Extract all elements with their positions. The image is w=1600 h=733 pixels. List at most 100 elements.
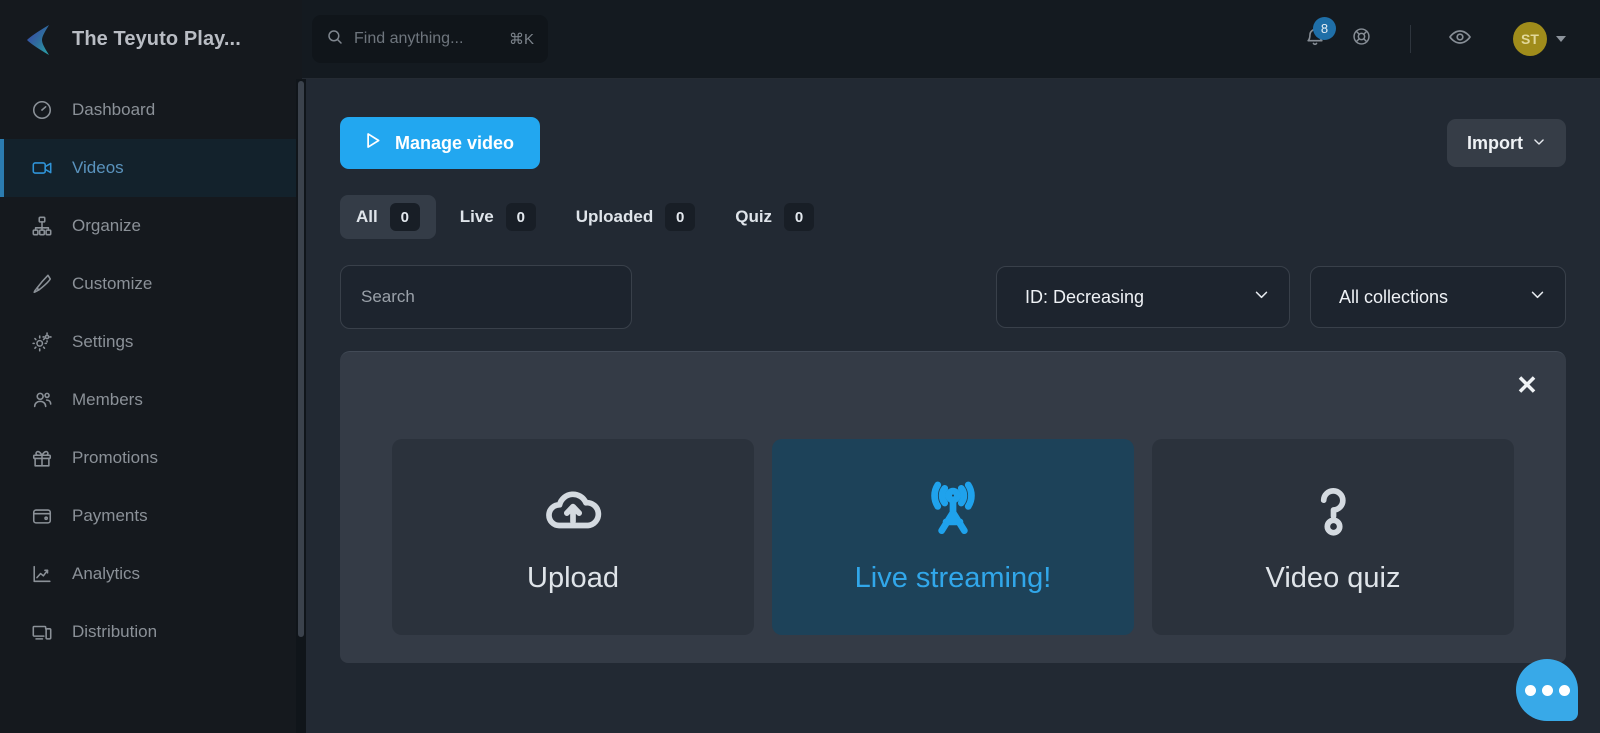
tab-count: 0 — [505, 203, 536, 231]
help-button[interactable] — [1338, 16, 1384, 62]
tab-count: 0 — [665, 203, 696, 231]
users-icon — [30, 388, 54, 412]
notification-badge: 8 — [1313, 17, 1336, 40]
paintbrush-icon — [30, 272, 54, 296]
manage-video-label: Manage video — [395, 132, 515, 153]
sidebar-item-label: Members — [72, 390, 143, 409]
sitemap-icon — [30, 214, 54, 238]
devices-icon — [30, 620, 54, 644]
create-option-cards: Upload Live streaming! Video quiz — [392, 439, 1514, 635]
topbar: Find anything... ⌘K 8 ST — [302, 0, 1600, 79]
teyuto-arrow-logo-icon — [24, 23, 54, 57]
search-icon — [326, 28, 344, 51]
option-card-upload[interactable]: Upload — [392, 439, 754, 635]
scrollbar-thumb[interactable] — [298, 81, 304, 637]
action-row: Manage video Import — [340, 117, 1566, 169]
tab-count: 0 — [389, 203, 420, 231]
global-search-placeholder: Find anything... — [354, 30, 464, 47]
chat-dot-2 — [1541, 684, 1553, 696]
sort-select-wrap: ID: Decreasing — [996, 266, 1290, 328]
video-camera-icon — [30, 156, 54, 180]
tab-label: Live — [459, 207, 494, 226]
tab-label: Uploaded — [575, 207, 654, 226]
sort-select-value: ID: Decreasing — [1025, 286, 1145, 307]
chat-dots-icon — [1524, 684, 1536, 696]
tab-label: All — [356, 207, 378, 226]
lifebuoy-icon — [1351, 26, 1372, 52]
app-root: The Teyuto Play... Dashboard Videos Orga — [0, 0, 1600, 733]
avatar: ST — [1513, 22, 1547, 56]
topbar-actions: 8 ST — [1292, 16, 1566, 62]
chevron-down-icon — [1532, 133, 1546, 154]
cloud-upload-icon — [542, 479, 604, 546]
collection-select-value: All collections — [1339, 286, 1449, 307]
notifications-button[interactable]: 8 — [1292, 16, 1338, 62]
option-card-label: Upload — [527, 562, 619, 594]
sidebar-item-label: Analytics — [72, 564, 141, 583]
manage-video-button[interactable]: Manage video — [340, 117, 541, 169]
main-column: Find anything... ⌘K 8 ST Manage video Im… — [302, 0, 1600, 733]
search-input[interactable] — [340, 265, 632, 329]
gears-icon — [30, 330, 54, 354]
option-card-video-quiz[interactable]: Video quiz — [1152, 439, 1514, 635]
sidebar-item-distribution[interactable]: Distribution — [0, 603, 302, 661]
sidebar-item-label: Settings — [72, 332, 134, 351]
import-label: Import — [1467, 132, 1523, 153]
sidebar-item-videos[interactable]: Videos — [0, 139, 302, 197]
create-content-panel: ✕ Upload Live streaming! Video quiz — [340, 351, 1566, 663]
tab-label: Quiz — [735, 207, 773, 226]
global-search-input[interactable]: Find anything... ⌘K — [312, 15, 548, 63]
tab-count: 0 — [784, 203, 815, 231]
sidebar-item-dashboard[interactable]: Dashboard — [0, 81, 302, 139]
sidebar-item-settings[interactable]: Settings — [0, 313, 302, 371]
option-card-label: Live streaming! — [854, 562, 1052, 594]
gauge-icon — [30, 98, 54, 122]
sidebar-item-label: Distribution — [72, 622, 158, 641]
option-card-label: Video quiz — [1265, 562, 1401, 594]
sidebar-item-label: Dashboard — [72, 100, 156, 119]
sidebar-item-members[interactable]: Members — [0, 371, 302, 429]
question-mark-icon — [1302, 479, 1364, 546]
import-button[interactable]: Import — [1447, 119, 1566, 167]
filter-row: ID: Decreasing All collections — [340, 265, 1566, 329]
tab-uploaded[interactable]: Uploaded 0 — [560, 195, 711, 239]
chart-line-icon — [30, 562, 54, 586]
search-shortcut-hint: ⌘K — [508, 31, 534, 48]
chat-support-button[interactable] — [1516, 659, 1578, 721]
sidebar-item-analytics[interactable]: Analytics — [0, 545, 302, 603]
wallet-icon — [30, 504, 54, 528]
video-filter-tabs: All 0 Live 0 Uploaded 0 Quiz 0 — [340, 195, 1566, 239]
sidebar-item-label: Customize — [72, 274, 153, 293]
play-icon — [362, 130, 383, 156]
broadcast-tower-icon — [922, 479, 984, 546]
sidebar-item-label: Videos — [72, 158, 124, 177]
chat-dot-3 — [1558, 684, 1570, 696]
content-scrollbar[interactable] — [296, 79, 306, 733]
brand-header[interactable]: The Teyuto Play... — [0, 0, 302, 79]
sidebar-item-organize[interactable]: Organize — [0, 197, 302, 255]
videos-page: Manage video Import All 0 Live 0 Uploade… — [302, 79, 1600, 733]
sidebar-nav: Dashboard Videos Organize Customize Sett… — [0, 79, 302, 733]
tab-quiz[interactable]: Quiz 0 — [719, 195, 830, 239]
sidebar-item-label: Promotions — [72, 448, 158, 467]
chevron-down-icon — [1556, 36, 1566, 42]
eye-icon — [1448, 25, 1472, 54]
sort-select[interactable]: ID: Decreasing — [996, 266, 1290, 328]
sidebar-item-label: Organize — [72, 216, 141, 235]
sidebar-item-customize[interactable]: Customize — [0, 255, 302, 313]
sidebar-item-promotions[interactable]: Promotions — [0, 429, 302, 487]
preview-button[interactable] — [1437, 16, 1483, 62]
brand-title: The Teyuto Play... — [72, 28, 241, 50]
tab-live[interactable]: Live 0 — [444, 195, 552, 239]
collection-select-wrap: All collections — [1310, 266, 1566, 328]
sidebar-item-label: Payments — [72, 506, 148, 525]
gift-icon — [30, 446, 54, 470]
topbar-divider — [1410, 25, 1411, 53]
user-menu[interactable]: ST — [1513, 22, 1566, 56]
option-card-live-streaming[interactable]: Live streaming! — [772, 439, 1134, 635]
sidebar-item-payments[interactable]: Payments — [0, 487, 302, 545]
collection-select[interactable]: All collections — [1310, 266, 1566, 328]
close-panel-button[interactable]: ✕ — [1510, 368, 1544, 402]
tab-all[interactable]: All 0 — [340, 195, 436, 239]
sidebar: The Teyuto Play... Dashboard Videos Orga — [0, 0, 302, 733]
